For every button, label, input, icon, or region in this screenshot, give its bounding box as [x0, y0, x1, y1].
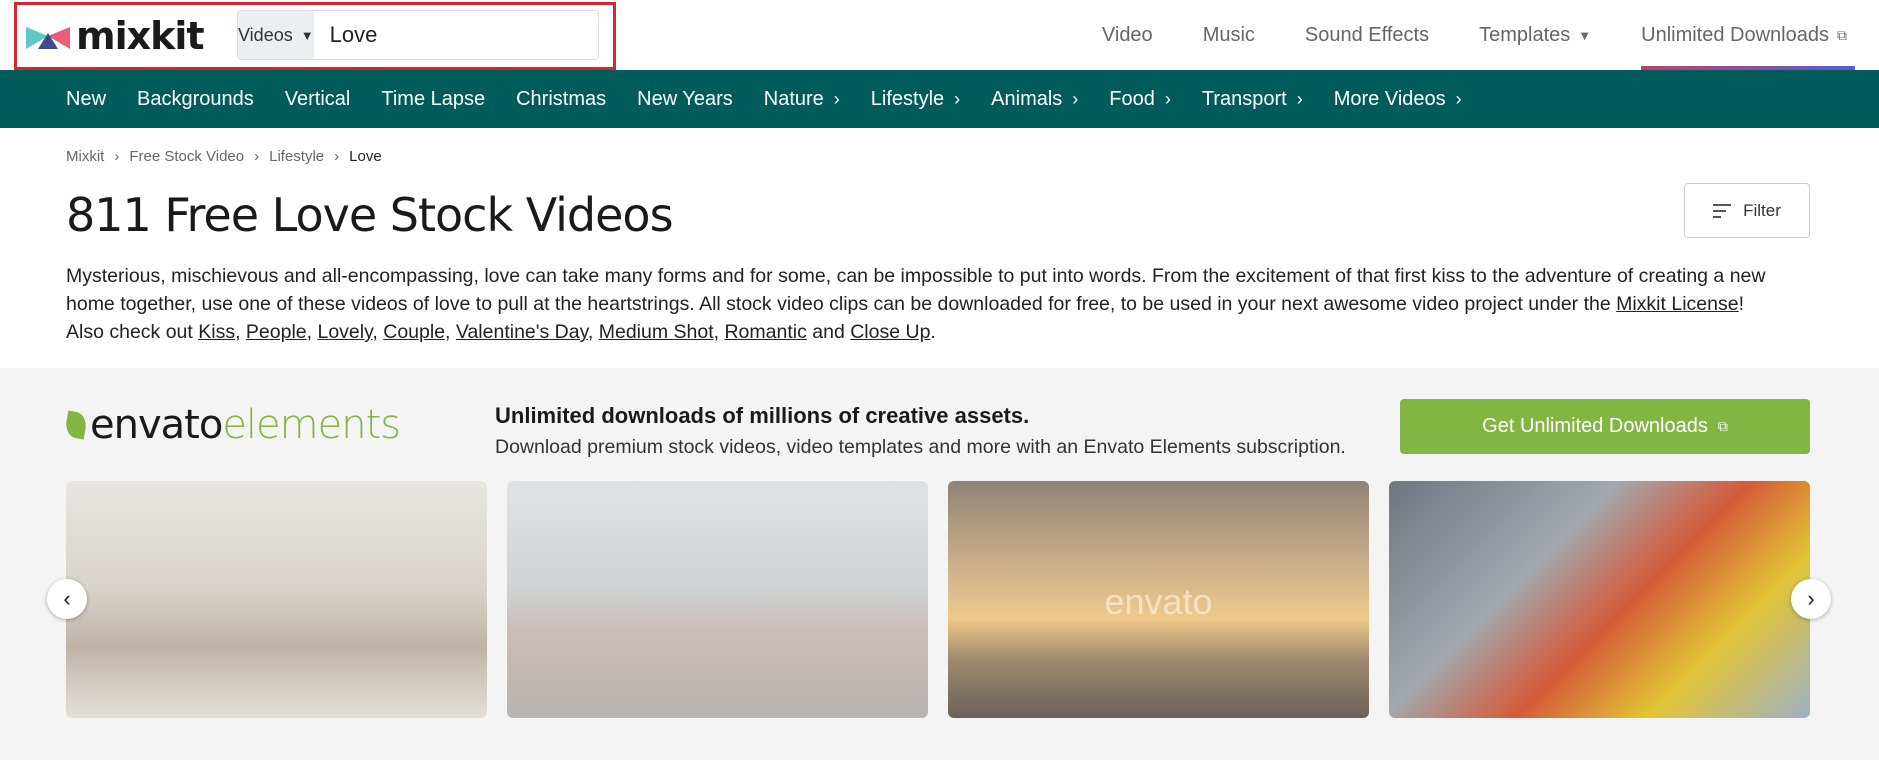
- category-backgrounds[interactable]: Backgrounds: [137, 88, 254, 111]
- category-label: More Videos: [1333, 87, 1446, 110]
- page-title: 811 Free Love Stock Videos: [66, 188, 674, 242]
- tag-link[interactable]: Lovely: [317, 321, 372, 343]
- breadcrumb-free-stock-video[interactable]: Free Stock Video: [129, 148, 244, 165]
- top-nav: Video Music Sound Effects Templates ▼ Unl…: [1052, 0, 1879, 70]
- tag-link[interactable]: People: [246, 321, 307, 343]
- breadcrumb: Mixkit › Free Stock Video › Lifestyle › Lov…: [66, 148, 382, 165]
- category-label: Animals: [991, 87, 1063, 110]
- category-label: Time Lapse: [381, 87, 486, 110]
- category-transport[interactable]: Transport ›: [1202, 88, 1303, 111]
- video-thumbnail[interactable]: [1389, 481, 1810, 718]
- tag-link[interactable]: Valentine's Day: [456, 321, 588, 343]
- category-food[interactable]: Food ›: [1109, 88, 1171, 111]
- external-link-icon: ⧉: [1837, 26, 1847, 43]
- nav-unlimited-downloads[interactable]: Unlimited Downloads ⧉: [1641, 0, 1855, 70]
- category-nav: New Backgrounds Vertical Time Lapse Christma…: [0, 70, 1879, 128]
- carousel-next-button[interactable]: ›: [1791, 579, 1831, 619]
- category-label: Backgrounds: [137, 87, 254, 110]
- category-vertical[interactable]: Vertical: [285, 88, 351, 111]
- filter-label: Filter: [1743, 200, 1781, 220]
- logo-elements: elements: [222, 402, 401, 448]
- video-thumbnail[interactable]: envato: [948, 481, 1369, 718]
- chevron-right-icon: ›: [1164, 88, 1171, 109]
- watermark: envato: [1104, 581, 1213, 622]
- description: Mysterious, mischievous and all-encompas…: [66, 265, 1766, 343]
- description-text: .: [930, 321, 936, 343]
- description-text: and: [806, 321, 851, 343]
- breadcrumb-separator-icon: ›: [334, 148, 340, 165]
- promo-subtext: Download premium stock videos, video tem…: [495, 436, 1346, 458]
- logo-envato: envato: [90, 402, 223, 448]
- category-label: Lifestyle: [870, 87, 945, 110]
- carousel-prev-button[interactable]: ‹: [47, 579, 87, 619]
- nav-templates-label: Templates: [1479, 23, 1571, 46]
- filter-icon: [1713, 203, 1732, 218]
- video-thumbnail[interactable]: [66, 481, 487, 718]
- category-label: Christmas: [516, 87, 607, 110]
- leaf-icon: [63, 410, 89, 440]
- category-nature[interactable]: Nature ›: [764, 88, 840, 111]
- tag-link[interactable]: Close Up: [850, 321, 930, 343]
- category-new[interactable]: New: [66, 88, 106, 111]
- chevron-right-icon: ›: [1455, 88, 1462, 109]
- category-christmas[interactable]: Christmas: [516, 88, 606, 111]
- category-lifestyle[interactable]: Lifestyle ›: [871, 88, 960, 111]
- cta-label: Get Unlimited Downloads: [1482, 415, 1708, 437]
- highlight-box: [14, 2, 616, 70]
- category-time-lapse[interactable]: Time Lapse: [381, 88, 485, 111]
- category-animals[interactable]: Animals ›: [991, 88, 1078, 111]
- caret-down-icon: ▼: [1578, 27, 1592, 43]
- promo-heading: Unlimited downloads of millions of creat…: [495, 403, 1030, 428]
- breadcrumb-mixkit[interactable]: Mixkit: [66, 148, 104, 165]
- breadcrumb-current: Love: [349, 148, 382, 165]
- category-new-years[interactable]: New Years: [637, 88, 733, 111]
- nav-sound-effects[interactable]: Sound Effects: [1305, 0, 1429, 70]
- category-label: Food: [1109, 87, 1155, 110]
- nav-music[interactable]: Music: [1203, 0, 1255, 70]
- breadcrumb-separator-icon: ›: [114, 148, 120, 165]
- tag-link[interactable]: Couple: [383, 321, 445, 343]
- category-label: Nature: [763, 87, 824, 110]
- category-label: Transport: [1201, 87, 1287, 110]
- envato-elements-logo[interactable]: envato elements: [63, 402, 401, 448]
- tag-link[interactable]: Kiss: [198, 321, 235, 343]
- chevron-right-icon: ›: [954, 88, 961, 109]
- nav-unlimited-label: Unlimited Downloads: [1641, 23, 1829, 46]
- chevron-right-icon: ›: [833, 88, 840, 109]
- category-more-videos[interactable]: More Videos ›: [1334, 88, 1462, 111]
- breadcrumb-separator-icon: ›: [254, 148, 260, 165]
- chevron-right-icon: ›: [1296, 88, 1303, 109]
- category-label: Vertical: [284, 87, 351, 110]
- description-text: Mysterious, mischievous and all-encompas…: [66, 265, 1766, 315]
- nav-video[interactable]: Video: [1102, 0, 1153, 70]
- breadcrumb-lifestyle[interactable]: Lifestyle: [269, 148, 324, 165]
- video-thumbnail[interactable]: [507, 481, 928, 718]
- nav-templates[interactable]: Templates ▼: [1479, 0, 1591, 70]
- filter-button[interactable]: Filter: [1684, 183, 1810, 238]
- chevron-right-icon: ›: [1072, 88, 1079, 109]
- category-label: New Years: [637, 87, 733, 110]
- tag-link[interactable]: Romantic: [724, 321, 806, 343]
- external-link-icon: ⧉: [1717, 418, 1728, 434]
- tag-link[interactable]: Medium Shot: [599, 321, 714, 343]
- get-unlimited-downloads-button[interactable]: Get Unlimited Downloads ⧉: [1400, 399, 1810, 454]
- category-label: New: [66, 87, 107, 110]
- mixkit-license-link[interactable]: Mixkit License: [1616, 293, 1738, 315]
